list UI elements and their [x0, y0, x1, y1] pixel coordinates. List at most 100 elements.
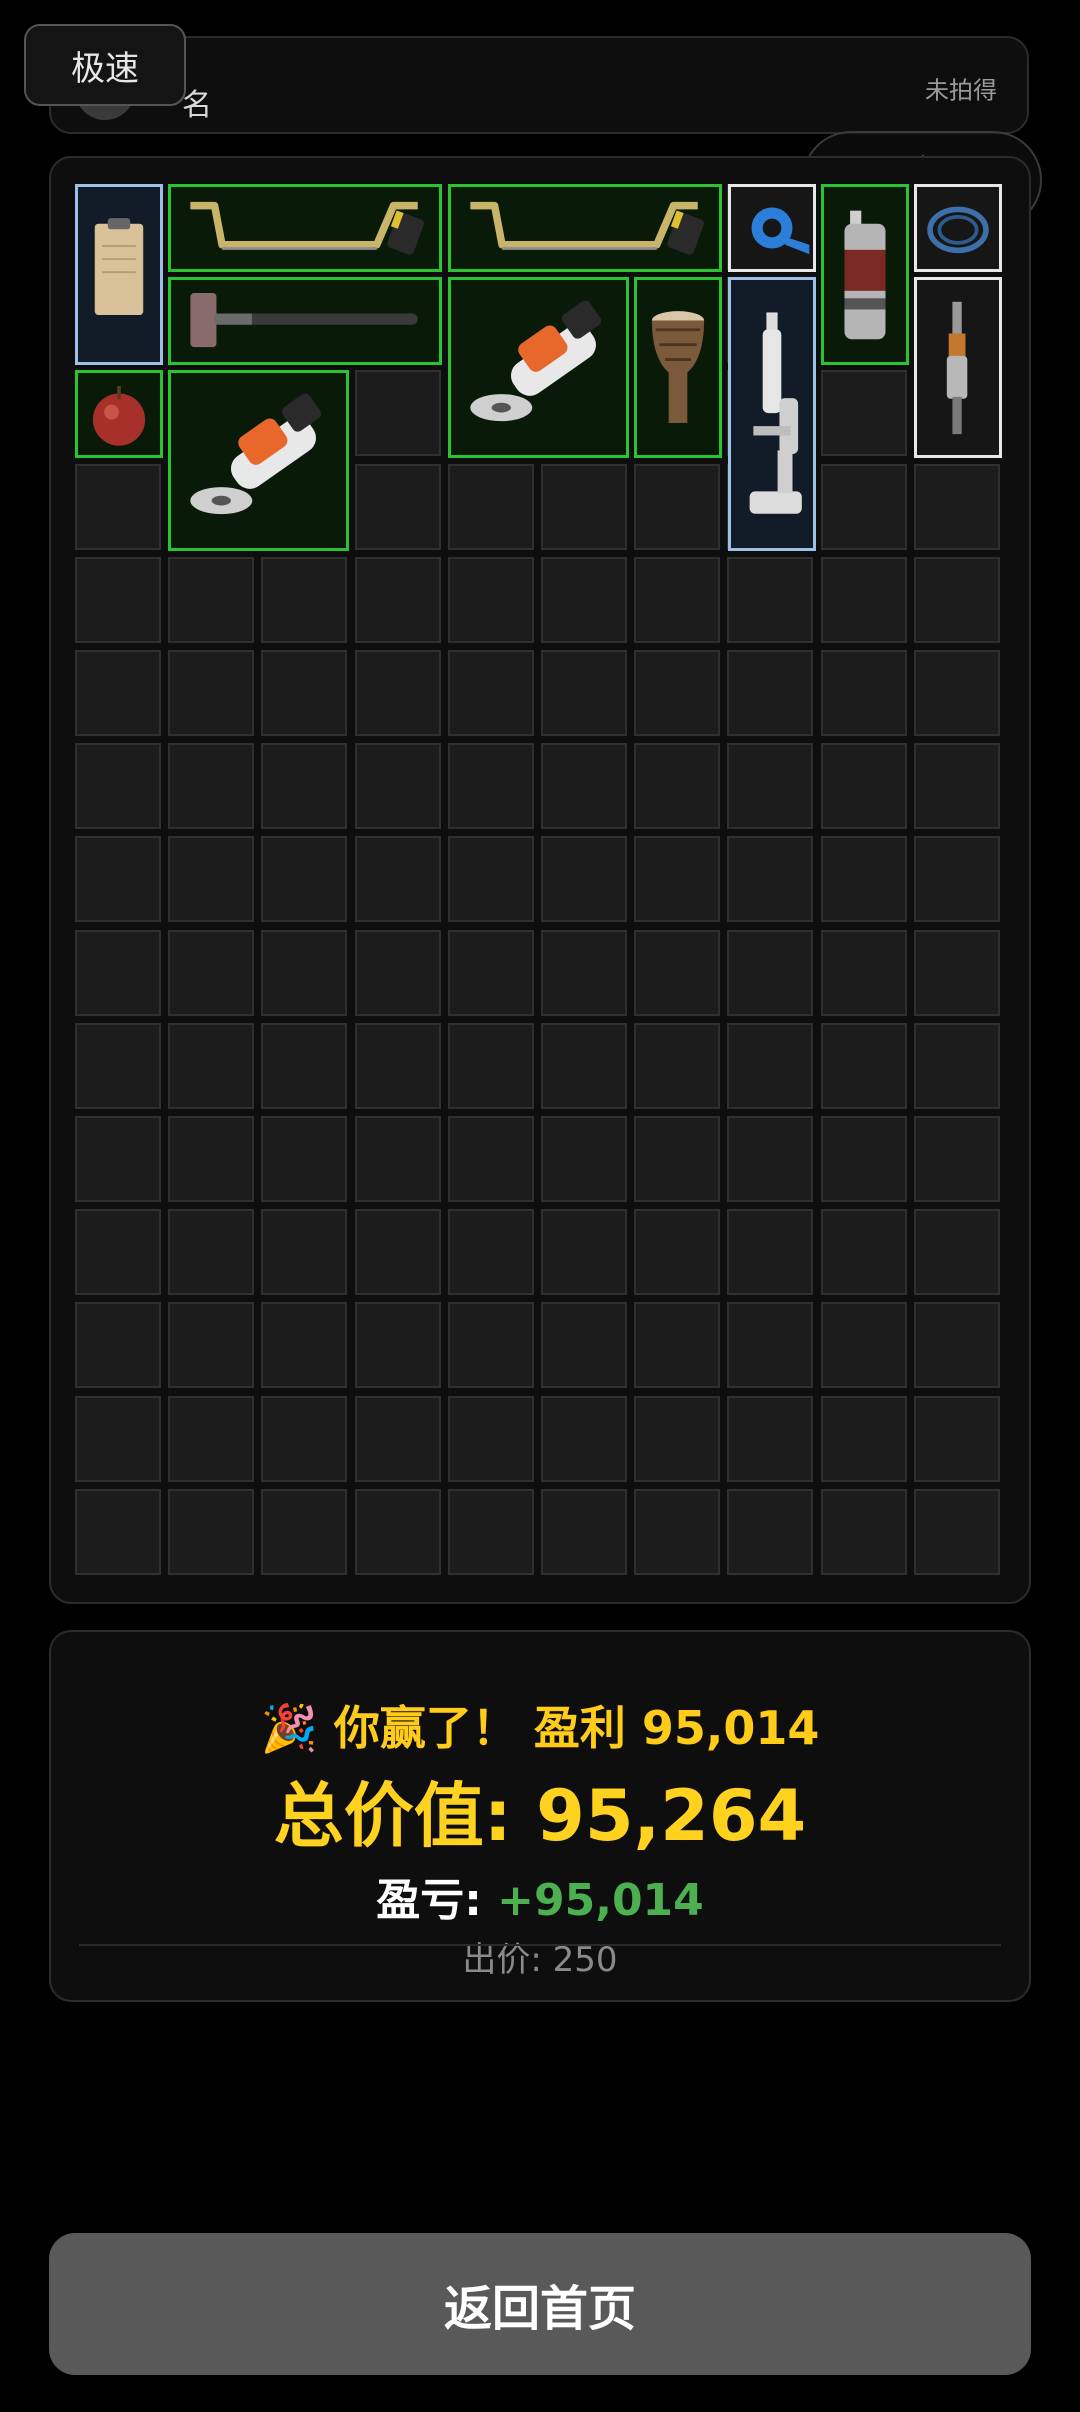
grid-cell: [168, 1302, 254, 1388]
auction-status: 未拍得: [925, 76, 997, 105]
item-spray-can[interactable]: [821, 184, 909, 365]
grid-cell: [75, 1396, 161, 1482]
grid-cell: [261, 557, 347, 643]
grid-cell: [821, 557, 907, 643]
grid-cell: [168, 650, 254, 736]
grid-cell: [727, 1116, 813, 1202]
grid-cell: [541, 1489, 627, 1575]
bid-amount: 出价: 250: [462, 1940, 618, 1980]
grid-cell: [727, 1396, 813, 1482]
grid-cell: [541, 1209, 627, 1295]
inventory-grid: [49, 156, 1031, 1604]
grid-cell: [75, 1489, 161, 1575]
item-blue-tape[interactable]: [728, 184, 816, 272]
profit-loss-value: +95,014: [497, 1875, 704, 1926]
clipboard-icon: [94, 218, 144, 316]
grid-cell: [355, 930, 441, 1016]
grid-cell: [541, 1116, 627, 1202]
grid-cell: [355, 1209, 441, 1295]
grid-cell: [448, 1116, 534, 1202]
grid-cell: [355, 1302, 441, 1388]
grid-cell: [261, 1302, 347, 1388]
microscope-icon: [749, 312, 802, 514]
grid-cell: [821, 1396, 907, 1482]
grid-cell: [261, 1116, 347, 1202]
player-card: 名 未拍得: [49, 36, 1029, 134]
grid-cell: [634, 1302, 720, 1388]
grid-cell: [821, 1023, 907, 1109]
return-home-button[interactable]: 返回首页: [49, 2233, 1031, 2375]
hacksaw-icon: [190, 201, 424, 255]
grid-cell: [821, 836, 907, 922]
win-text: 你赢了！ 盈利 95,014: [333, 1701, 820, 1755]
grid-cell: [821, 1302, 907, 1388]
grid-cell: [727, 1023, 813, 1109]
grid-cell: [727, 557, 813, 643]
item-cable[interactable]: [914, 184, 1002, 272]
grid-cell: [634, 1489, 720, 1575]
grid-cell: [821, 370, 907, 456]
spark-plug-icon: [946, 301, 968, 435]
grid-cell: [75, 557, 161, 643]
grid-cell: [261, 930, 347, 1016]
grid-cell: [448, 836, 534, 922]
grid-cell: [168, 743, 254, 829]
party-popper-icon: 🎉: [260, 1701, 318, 1755]
grid-cell: [448, 557, 534, 643]
grid-cell: [355, 464, 441, 550]
grid-cell: [168, 930, 254, 1016]
speed-toggle-button[interactable]: 极速: [24, 24, 186, 106]
profit-loss-label: 盈亏:: [376, 1875, 498, 1926]
item-djembe-drum[interactable]: [634, 277, 722, 458]
angle-grinder-icon: [470, 300, 602, 422]
tape-icon: [751, 207, 810, 255]
grid-cell: [541, 1023, 627, 1109]
grid-cell: [541, 650, 627, 736]
grid-cell: [168, 1209, 254, 1295]
grid-cell: [75, 1302, 161, 1388]
grid-cell: [355, 557, 441, 643]
grid-cell: [355, 1023, 441, 1109]
grid-cell: [634, 1209, 720, 1295]
grid-cell: [541, 464, 627, 550]
grid-cell: [355, 743, 441, 829]
grid-cell: [727, 930, 813, 1016]
grid-cell: [261, 1023, 347, 1109]
grid-cell: [448, 1023, 534, 1109]
grid-cell: [355, 836, 441, 922]
grid-cell: [261, 1396, 347, 1482]
grid-cell: [448, 1489, 534, 1575]
spray-can-icon: [844, 210, 886, 340]
grid-cell: [75, 1023, 161, 1109]
item-sledgehammer[interactable]: [168, 277, 442, 365]
grid-cell: [168, 557, 254, 643]
drum-icon: [651, 311, 705, 423]
total-value-line: 总价值: 95,264: [51, 1760, 1029, 1861]
grid-cell: [634, 1023, 720, 1109]
grid-cell: [541, 1302, 627, 1388]
item-angle-grinder[interactable]: [168, 370, 349, 551]
item-apple[interactable]: [75, 370, 163, 458]
grid-cell: [168, 836, 254, 922]
grid-cell: [75, 930, 161, 1016]
grid-cell: [448, 743, 534, 829]
grid-cell: [448, 464, 534, 550]
item-clipboard[interactable]: [75, 184, 163, 365]
grid-cell: [727, 743, 813, 829]
item-spark-plug[interactable]: [914, 277, 1002, 458]
item-hacksaw[interactable]: [448, 184, 722, 272]
item-microscope[interactable]: [728, 277, 816, 551]
grid-cell: [355, 370, 441, 456]
result-divider: [79, 1944, 1001, 1946]
grid-cell: [727, 1489, 813, 1575]
item-angle-grinder[interactable]: [448, 277, 629, 458]
grid-cell: [355, 1489, 441, 1575]
grid-cell: [914, 1489, 1000, 1575]
item-hacksaw[interactable]: [168, 184, 442, 272]
grid-cell: [448, 930, 534, 1016]
win-message: 🎉 你赢了！ 盈利 95,014: [51, 1692, 1029, 1758]
grid-cell: [821, 1116, 907, 1202]
grid-cell: [541, 930, 627, 1016]
grid-cell: [821, 1209, 907, 1295]
grid-cell: [821, 1489, 907, 1575]
